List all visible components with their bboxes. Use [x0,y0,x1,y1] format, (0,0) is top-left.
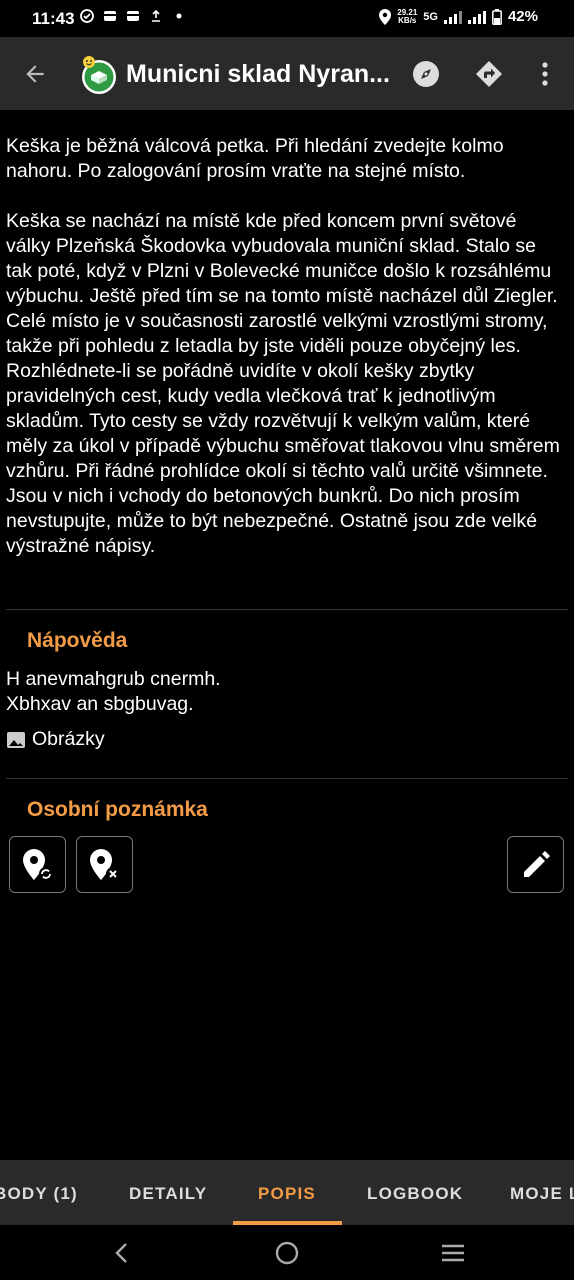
tab-logbook[interactable]: LOGBOOK [367,1184,463,1204]
personal-note-title: Osobní poznámka [27,798,208,821]
traditional-cache-icon [82,56,116,94]
location-remove-icon [89,848,120,881]
compass-icon[interactable] [411,59,441,89]
battery-level: 42% [507,8,538,25]
status-right-icons: 29.21 KB/s 5G 42% [379,8,538,25]
nav-home-icon[interactable] [273,1239,301,1267]
pictures-link[interactable]: Obrázky [6,728,105,751]
hint-text[interactable]: H anevmahgrub cnermh. Xbhxav an sbgbuvag… [6,667,221,717]
battery-icon [492,8,502,25]
tab-body[interactable]: BODY (1) [0,1184,78,1204]
pictures-label: Obrázky [32,728,105,750]
network-type: 5G [423,10,438,23]
app-toolbar: Municni sklad Nyran... [0,37,574,110]
network-speed: 29.21 KB/s [397,8,417,25]
location-icon [379,8,392,25]
hint-title: Nápověda [27,629,128,652]
check-circle-icon [80,9,94,23]
navigate-icon[interactable] [474,59,504,89]
upload-icon [152,9,160,22]
dot-icon [176,13,182,19]
description-paragraph-1: Keška je běžná válcová petka. Při hledán… [6,135,504,182]
tab-bar: BODY (1) DETAILY POPIS LOGBOOK MOJE LO [0,1160,574,1225]
status-notification-icons [80,9,186,23]
arrow-left-icon[interactable] [22,61,48,87]
more-vert-icon[interactable] [530,59,560,89]
card-icon-2 [127,11,139,21]
page-title: Municni sklad Nyran... [126,60,390,88]
status-bar: 11:43 29.21 KB/s 5G 42% [0,0,574,37]
nav-recents-icon[interactable] [439,1239,467,1267]
tab-detaily[interactable]: DETAILY [129,1184,207,1204]
status-time: 11:43 [32,9,75,28]
edit-note-button[interactable] [507,836,564,893]
divider-hint [6,609,568,610]
network-speed-unit: KB/s [398,15,417,25]
image-icon [7,731,25,748]
location-sync-icon [22,848,53,881]
sync-location-button[interactable] [9,836,66,893]
remove-location-button[interactable] [76,836,133,893]
divider-note [6,778,568,779]
nav-back-icon[interactable] [108,1239,136,1267]
cache-description: Keška je běžná válcová petka. Při hledán… [6,134,566,584]
card-icon [104,11,116,21]
signal-icon-2 [467,10,486,24]
tab-popis[interactable]: POPIS [258,1184,316,1204]
edit-pencil-icon [523,850,550,877]
tab-moje-logy[interactable]: MOJE LO [510,1184,574,1204]
signal-icon [443,10,462,24]
system-nav-bar [0,1225,574,1280]
description-paragraph-2: Keška se nachází na místě kde před konce… [6,210,560,557]
